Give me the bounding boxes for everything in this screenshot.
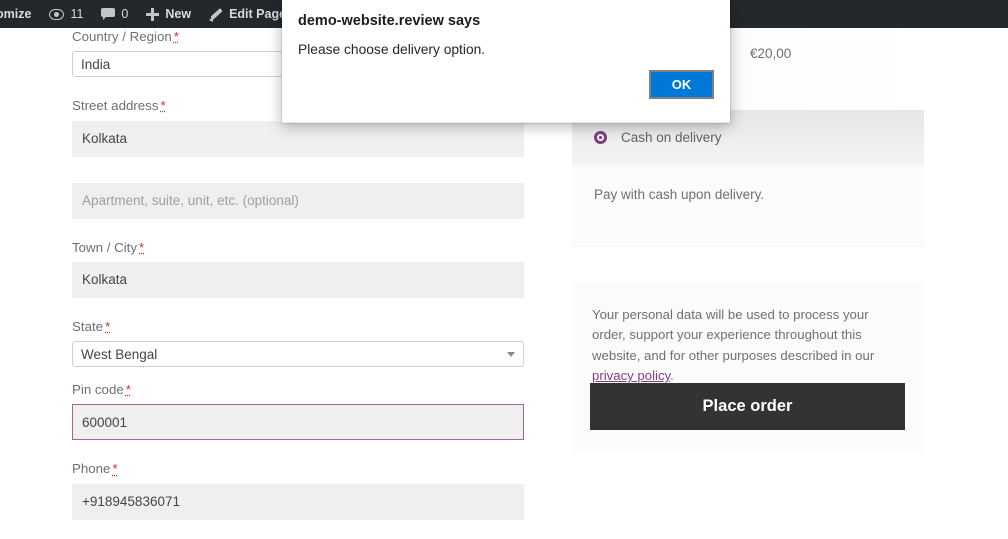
apartment-input[interactable]: Apartment, suite, unit, etc. (optional) — [72, 182, 524, 219]
adminbar-updates-count: 11 — [70, 7, 84, 21]
city-label-text: Town / City — [72, 239, 138, 255]
adminbar-comments[interactable]: 0 — [92, 0, 137, 28]
phone-input[interactable]: +918945836071 — [72, 483, 524, 520]
phone-required-mark: * — [112, 461, 118, 477]
apartment-placeholder: Apartment, suite, unit, etc. (optional) — [82, 193, 299, 209]
pencil-icon — [209, 7, 223, 22]
chevron-down-icon — [507, 351, 515, 357]
pincode-label-text: Pin code — [72, 382, 124, 398]
browser-viewport: omize 11 0 New Edit Page Country / Regio… — [0, 0, 1008, 539]
country-required-mark: * — [173, 29, 179, 44]
street-address-input[interactable]: Kolkata — [72, 120, 524, 157]
city-input[interactable]: Kolkata — [72, 261, 524, 298]
privacy-text-part2: . — [670, 368, 674, 384]
adminbar-customize-label: omize — [0, 7, 32, 21]
state-select[interactable]: West Bengal — [72, 341, 524, 368]
phone-value: +918945836071 — [82, 494, 180, 510]
alert-ok-button[interactable]: OK — [649, 70, 714, 99]
updates-icon — [49, 7, 65, 22]
state-required-mark: * — [105, 318, 111, 334]
alert-dialog-title: demo-website.review says — [298, 13, 481, 29]
privacy-text-part1: Your personal data will be used to proce… — [592, 307, 875, 363]
place-order-button[interactable]: Place order — [590, 383, 905, 430]
state-select-value: West Bengal — [81, 346, 158, 362]
adminbar-edit-page-label: Edit Page — [229, 7, 287, 21]
javascript-alert-dialog: demo-website.review says Please choose d… — [282, 0, 730, 123]
plus-icon — [146, 7, 160, 21]
state-label-text: State — [72, 318, 104, 334]
adminbar-customize[interactable]: omize — [0, 0, 40, 28]
adminbar-comments-count: 0 — [121, 7, 129, 21]
phone-label-text: Phone — [72, 461, 111, 477]
street-address-value: Kolkata — [82, 131, 128, 147]
street-required-mark: * — [160, 98, 166, 114]
radio-selected-icon[interactable] — [594, 131, 607, 144]
adminbar-new-label: New — [165, 7, 192, 21]
comment-icon — [101, 7, 116, 21]
adminbar-updates[interactable]: 11 — [40, 0, 92, 28]
street-label-text: Street address — [72, 98, 159, 114]
pincode-value: 600001 — [82, 414, 128, 430]
country-label-text: Country / Region — [72, 29, 172, 44]
payment-method-label: Cash on delivery — [621, 130, 722, 145]
city-value: Kolkata — [82, 272, 128, 288]
adminbar-edit-page[interactable]: Edit Page — [200, 0, 295, 28]
pincode-required-mark: * — [125, 382, 131, 398]
pincode-field-label: Pin code * — [72, 381, 524, 398]
city-field-label: Town / City * — [72, 239, 524, 256]
adminbar-new[interactable]: New — [137, 0, 200, 28]
country-select-value: India — [81, 56, 111, 72]
state-field-label: State * — [72, 318, 524, 335]
pincode-input[interactable]: 600001 — [72, 404, 524, 441]
phone-field-label: Phone * — [72, 460, 524, 477]
privacy-and-submit-box: Your personal data will be used to proce… — [572, 283, 924, 451]
alert-dialog-message: Please choose delivery option. — [298, 42, 486, 57]
privacy-policy-text: Your personal data will be used to proce… — [572, 283, 924, 387]
privacy-policy-link[interactable]: privacy policy — [592, 368, 670, 383]
dialog-bottom-divider — [282, 122, 730, 123]
payment-methods-box: Cash on delivery Pay with cash upon deli… — [572, 110, 924, 247]
city-required-mark: * — [139, 239, 145, 255]
order-total-price: €20,00 — [750, 46, 792, 61]
payment-method-description: Pay with cash upon delivery. — [594, 187, 765, 202]
